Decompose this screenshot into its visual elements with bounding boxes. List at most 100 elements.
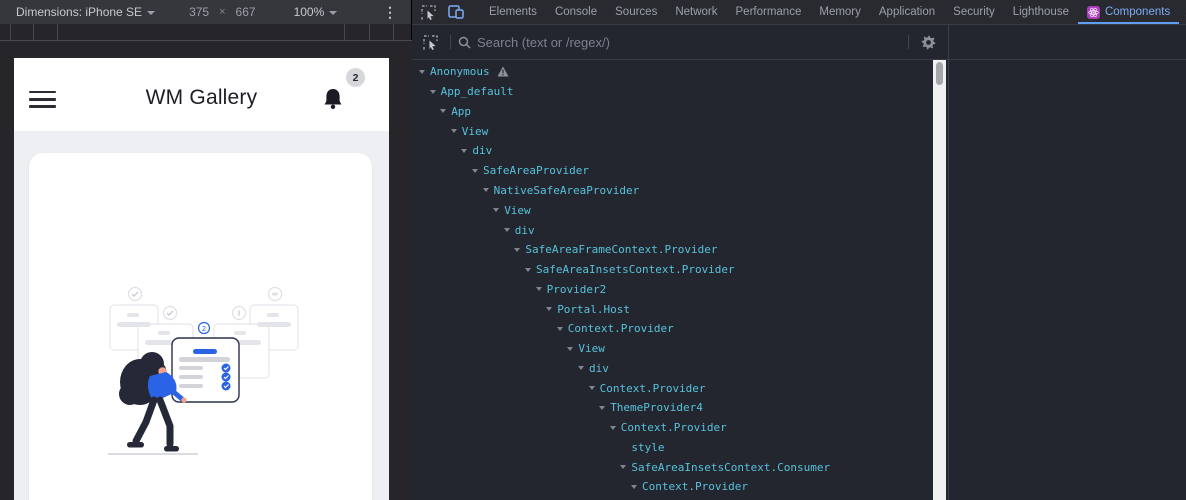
tree-expand-caret-icon[interactable] <box>493 208 499 212</box>
tree-expand-caret-icon[interactable] <box>620 465 626 469</box>
props-inspector-pane <box>948 25 1186 500</box>
zoom-dropdown[interactable]: 100% <box>294 5 338 19</box>
tab-application[interactable]: Application <box>870 0 944 24</box>
viewport-width-field[interactable]: 375 <box>189 5 209 19</box>
media-query-segment[interactable] <box>34 24 58 40</box>
more-tabs-icon[interactable]: » <box>1179 0 1186 24</box>
tab-memory[interactable]: Memory <box>810 0 870 24</box>
tab-label: Components <box>1105 6 1170 18</box>
tree-row[interactable]: div <box>412 141 933 161</box>
tab-components[interactable]: Components <box>1078 0 1179 24</box>
tree-row[interactable]: Context.Provider <box>412 319 933 339</box>
tree-row[interactable]: SafeAreaInsetsContext.Consumer <box>412 457 933 477</box>
component-name: View <box>578 342 605 355</box>
media-query-segment[interactable] <box>394 24 412 40</box>
viewport-height-field[interactable]: 667 <box>236 5 256 19</box>
scrollbar-thumb[interactable] <box>936 62 943 85</box>
media-query-segment[interactable] <box>370 24 394 40</box>
search-input[interactable] <box>477 35 903 50</box>
devtools-tabbar: Elements ConsoleSourcesNetwork Performance… <box>412 0 1186 25</box>
dimensions-label: Dimensions: iPhone SE <box>16 5 142 19</box>
tree-row[interactable]: SafeAreaFrameContext.Provider <box>412 240 933 260</box>
device-toolbar-toggle-icon[interactable] <box>442 0 470 24</box>
tab-network[interactable]: Network <box>666 0 726 24</box>
device-emulation-pane: Dimensions: iPhone SE 375 × 667 100% ⋮ <box>0 0 412 500</box>
tree-row[interactable]: Portal.Host <box>412 299 933 319</box>
tree-expand-caret-icon[interactable] <box>514 248 520 252</box>
viewport-backdrop: WM Gallery 2 <box>0 41 412 500</box>
component-name: div <box>472 144 492 157</box>
tree-expand-caret-icon[interactable] <box>504 228 510 232</box>
tree-row[interactable]: div <box>412 220 933 240</box>
tab-lighthouse[interactable]: Lighthouse <box>1004 0 1078 24</box>
component-name: ThemeProvider4 <box>610 401 703 414</box>
props-toolbar <box>949 25 1186 60</box>
tree-row[interactable]: Anonymous <box>412 62 933 82</box>
component-name: SafeAreaInsetsContext.Consumer <box>631 461 830 474</box>
tree-scrollbar[interactable] <box>933 60 946 500</box>
media-query-segment[interactable] <box>345 24 370 40</box>
tree-row[interactable]: Context.Provider <box>412 378 933 398</box>
dimensions-dropdown[interactable]: Dimensions: iPhone SE <box>16 5 155 19</box>
tree-row[interactable]: Context.Provider <box>412 477 933 497</box>
tab-label: Performance <box>736 6 802 18</box>
settings-gear-icon[interactable] <box>914 35 948 50</box>
tab-label: Elements <box>489 6 537 18</box>
device-toolbar-menu-icon[interactable]: ⋮ <box>383 4 397 21</box>
tree-row[interactable]: SafeAreaInsetsContext.Provider <box>412 260 933 280</box>
tree-expand-caret-icon[interactable] <box>483 188 489 192</box>
media-query-bar[interactable] <box>0 24 412 41</box>
tree-expand-caret-icon[interactable] <box>557 327 563 331</box>
tab-performance[interactable]: Performance <box>727 0 811 24</box>
tree-row[interactable]: View <box>412 200 933 220</box>
component-name: View <box>462 125 489 138</box>
tree-expand-caret-icon[interactable] <box>451 129 457 133</box>
tree-row[interactable]: NativeSafeAreaProvider <box>412 181 933 201</box>
component-name: Anonymous <box>430 65 490 78</box>
tree-expand-caret-icon[interactable] <box>546 307 552 311</box>
tree-expand-caret-icon[interactable] <box>599 406 605 410</box>
emulated-viewport: WM Gallery 2 <box>14 58 389 500</box>
devtools-pane: Elements ConsoleSourcesNetwork Performance… <box>412 0 1186 500</box>
tree-expand-caret-icon[interactable] <box>610 426 616 430</box>
tree-expand-caret-icon[interactable] <box>472 169 478 173</box>
tree-expand-caret-icon[interactable] <box>525 268 531 272</box>
tree-row[interactable]: div <box>412 358 933 378</box>
tree-expand-caret-icon[interactable] <box>536 287 542 291</box>
components-panel: Anonymous App_defaultApp View div SafeAreaPr… <box>412 25 1186 500</box>
tree-row[interactable]: Provider2 <box>412 279 933 299</box>
component-name: Context.Provider <box>600 382 706 395</box>
tab-label: Lighthouse <box>1013 6 1069 18</box>
inspect-component-icon[interactable] <box>412 35 445 50</box>
tree-expand-caret-icon[interactable] <box>430 90 436 94</box>
tab-sources[interactable]: Sources <box>606 0 666 24</box>
tree-row[interactable]: View <box>412 339 933 359</box>
inspect-element-icon[interactable] <box>412 0 442 24</box>
tree-row[interactable]: View <box>412 121 933 141</box>
tab-security[interactable]: Security <box>944 0 1004 24</box>
tree-expand-caret-icon[interactable] <box>578 366 584 370</box>
content-card: 2 <box>29 153 372 500</box>
tab-console[interactable]: Console <box>546 0 606 24</box>
media-query-segment[interactable] <box>58 24 345 40</box>
tree-expand-caret-icon[interactable] <box>631 485 637 489</box>
component-name: div <box>589 362 609 375</box>
media-query-segment[interactable] <box>11 24 34 40</box>
tree-expand-caret-icon[interactable] <box>589 386 595 390</box>
tree-expand-caret-icon[interactable] <box>567 347 573 351</box>
tree-row[interactable]: App <box>412 102 933 122</box>
component-name: View <box>504 204 531 217</box>
tree-expand-caret-icon[interactable] <box>440 109 446 113</box>
tree-expand-caret-icon[interactable] <box>461 149 467 153</box>
tree-row[interactable]: SafeAreaProvider <box>412 161 933 181</box>
tree-row[interactable]: style <box>412 438 933 458</box>
media-query-segment[interactable] <box>0 24 11 40</box>
tree-row[interactable]: App_default <box>412 82 933 102</box>
tree-row[interactable]: ThemeProvider4 <box>412 398 933 418</box>
tree-expand-caret-icon[interactable] <box>419 70 425 74</box>
tree-row[interactable]: Context.Provider <box>412 418 933 438</box>
tab-elements[interactable]: Elements <box>480 0 546 24</box>
component-name: Context.Provider <box>568 322 674 335</box>
notification-bell-icon[interactable] <box>323 87 343 111</box>
component-name: Context.Provider <box>621 421 727 434</box>
